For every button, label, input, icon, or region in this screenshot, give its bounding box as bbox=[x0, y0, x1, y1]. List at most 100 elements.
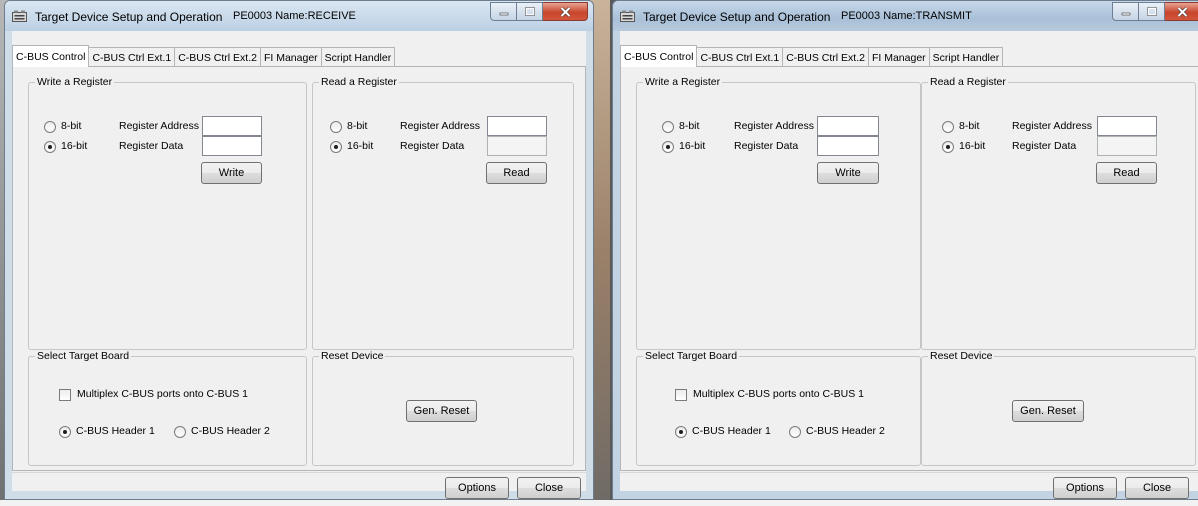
tab-script-handler[interactable]: Script Handler bbox=[928, 47, 1004, 67]
select-target-board-title: Select Target Board bbox=[35, 350, 132, 362]
tab-script-handler[interactable]: Script Handler bbox=[320, 47, 396, 67]
cbus-header2-radio[interactable] bbox=[174, 426, 186, 438]
reset-device-group: Reset Device Gen. Reset bbox=[312, 350, 574, 466]
read-address-input[interactable] bbox=[1097, 116, 1157, 136]
write-data-label: Register Data bbox=[734, 140, 799, 152]
tab-strip: C-BUS Control C-BUS Ctrl Ext.1 C-BUS Ctr… bbox=[12, 45, 396, 67]
reset-device-title: Reset Device bbox=[928, 350, 995, 362]
window-receive: Target Device Setup and Operation PE0003… bbox=[4, 0, 594, 500]
multiplex-checkbox[interactable] bbox=[675, 389, 687, 401]
tab-cbus-ctrl-ext2[interactable]: C-BUS Ctrl Ext.2 bbox=[174, 47, 261, 67]
read-8bit-radio[interactable] bbox=[942, 121, 954, 133]
caption-buttons bbox=[1112, 2, 1198, 21]
cbus-header1-label[interactable]: C-BUS Header 1 bbox=[692, 425, 771, 437]
dialog-client-area: C-BUS Control C-BUS Ctrl Ext.1 C-BUS Ctr… bbox=[620, 31, 1198, 499]
cbus-header1-radio[interactable] bbox=[675, 426, 687, 438]
write-16bit-label[interactable]: 16-bit bbox=[679, 140, 705, 152]
write-register-group: Write a Register 8-bit 16-bit Register A… bbox=[28, 76, 307, 350]
read-register-title: Read a Register bbox=[319, 76, 399, 88]
read-data-label: Register Data bbox=[1012, 140, 1077, 152]
select-target-board-group: Select Target Board Multiplex C-BUS port… bbox=[636, 350, 921, 466]
read-address-input[interactable] bbox=[487, 116, 547, 136]
write-8bit-radio[interactable] bbox=[662, 121, 674, 133]
caption-buttons bbox=[490, 2, 588, 21]
write-address-input[interactable] bbox=[817, 116, 879, 136]
write-8bit-label[interactable]: 8-bit bbox=[679, 120, 699, 132]
minimize-icon bbox=[499, 12, 508, 15]
tab-cbus-ctrl-ext1[interactable]: C-BUS Ctrl Ext.1 bbox=[88, 47, 176, 67]
options-button[interactable]: Options bbox=[1053, 477, 1117, 499]
app-icon bbox=[12, 10, 27, 22]
tab-cbus-control[interactable]: C-BUS Control bbox=[620, 45, 698, 67]
options-button[interactable]: Options bbox=[445, 477, 509, 499]
read-8bit-label[interactable]: 8-bit bbox=[959, 120, 979, 132]
multiplex-label[interactable]: Multiplex C-BUS ports onto C-BUS 1 bbox=[77, 388, 248, 400]
gen-reset-button[interactable]: Gen. Reset bbox=[406, 400, 477, 422]
read-16bit-label[interactable]: 16-bit bbox=[959, 140, 985, 152]
read-8bit-radio[interactable] bbox=[330, 121, 342, 133]
minimize-button[interactable] bbox=[490, 2, 517, 21]
write-16bit-label[interactable]: 16-bit bbox=[61, 140, 87, 152]
title-bar[interactable]: Target Device Setup and Operation PE0003… bbox=[5, 1, 593, 31]
write-data-input[interactable] bbox=[817, 136, 879, 156]
read-register-group: Read a Register 8-bit 16-bit Register Ad… bbox=[312, 76, 574, 350]
select-target-board-group: Select Target Board Multiplex C-BUS port… bbox=[28, 350, 307, 466]
multiplex-label[interactable]: Multiplex C-BUS ports onto C-BUS 1 bbox=[693, 388, 864, 400]
multiplex-checkbox[interactable] bbox=[59, 389, 71, 401]
write-data-input[interactable] bbox=[202, 136, 262, 156]
maximize-button[interactable] bbox=[517, 2, 543, 21]
read-16bit-radio[interactable] bbox=[330, 141, 342, 153]
read-address-label: Register Address bbox=[1012, 120, 1092, 132]
write-address-label: Register Address bbox=[734, 120, 814, 132]
gen-reset-button[interactable]: Gen. Reset bbox=[1012, 400, 1084, 422]
tab-fi-manager[interactable]: FI Manager bbox=[259, 47, 322, 67]
read-8bit-label[interactable]: 8-bit bbox=[347, 120, 367, 132]
write-button[interactable]: Write bbox=[817, 162, 879, 184]
read-button[interactable]: Read bbox=[1096, 162, 1157, 184]
tab-fi-manager[interactable]: FI Manager bbox=[867, 47, 930, 67]
tab-cbus-ctrl-ext1[interactable]: C-BUS Ctrl Ext.1 bbox=[696, 47, 784, 67]
read-data-label: Register Data bbox=[400, 140, 465, 152]
title-bar[interactable]: Target Device Setup and Operation PE0003… bbox=[613, 1, 1198, 31]
close-window-button[interactable] bbox=[1165, 2, 1198, 21]
desktop-background-bottom bbox=[0, 500, 1198, 506]
write-16bit-radio[interactable] bbox=[44, 141, 56, 153]
cbus-header1-radio[interactable] bbox=[59, 426, 71, 438]
write-data-label: Register Data bbox=[119, 140, 184, 152]
write-8bit-radio[interactable] bbox=[44, 121, 56, 133]
minimize-icon bbox=[1121, 12, 1130, 15]
read-data-output bbox=[487, 136, 547, 156]
read-16bit-radio[interactable] bbox=[942, 141, 954, 153]
window-transmit: Target Device Setup and Operation PE0003… bbox=[612, 0, 1198, 500]
cbus-header1-label[interactable]: C-BUS Header 1 bbox=[76, 425, 155, 437]
maximize-button[interactable] bbox=[1139, 2, 1165, 21]
tab-cbus-control[interactable]: C-BUS Control bbox=[12, 45, 90, 67]
reset-device-group: Reset Device Gen. Reset bbox=[921, 350, 1196, 466]
reset-device-title: Reset Device bbox=[319, 350, 386, 362]
footer-divider bbox=[620, 472, 1198, 473]
tab-page-cbus-control: Write a Register 8-bit 16-bit Register A… bbox=[620, 66, 1198, 471]
tab-cbus-ctrl-ext2[interactable]: C-BUS Ctrl Ext.2 bbox=[782, 47, 869, 67]
device-name: PE0003 Name:RECEIVE bbox=[233, 10, 356, 22]
read-button[interactable]: Read bbox=[486, 162, 547, 184]
close-button[interactable]: Close bbox=[1125, 477, 1189, 499]
cbus-header2-radio[interactable] bbox=[789, 426, 801, 438]
cbus-header2-label[interactable]: C-BUS Header 2 bbox=[191, 425, 270, 437]
minimize-button[interactable] bbox=[1112, 2, 1139, 21]
maximize-icon bbox=[1146, 7, 1157, 16]
read-address-label: Register Address bbox=[400, 120, 480, 132]
cbus-header2-label[interactable]: C-BUS Header 2 bbox=[806, 425, 885, 437]
write-8bit-label[interactable]: 8-bit bbox=[61, 120, 81, 132]
read-register-title: Read a Register bbox=[928, 76, 1008, 88]
tab-strip: C-BUS Control C-BUS Ctrl Ext.1 C-BUS Ctr… bbox=[620, 45, 1004, 67]
close-icon bbox=[559, 6, 571, 17]
close-button[interactable]: Close bbox=[517, 477, 581, 499]
read-16bit-label[interactable]: 16-bit bbox=[347, 140, 373, 152]
write-button[interactable]: Write bbox=[201, 162, 262, 184]
read-data-output bbox=[1097, 136, 1157, 156]
write-register-title: Write a Register bbox=[35, 76, 115, 88]
write-address-input[interactable] bbox=[202, 116, 262, 136]
close-window-button[interactable] bbox=[543, 2, 588, 21]
maximize-icon bbox=[524, 7, 535, 16]
write-16bit-radio[interactable] bbox=[662, 141, 674, 153]
